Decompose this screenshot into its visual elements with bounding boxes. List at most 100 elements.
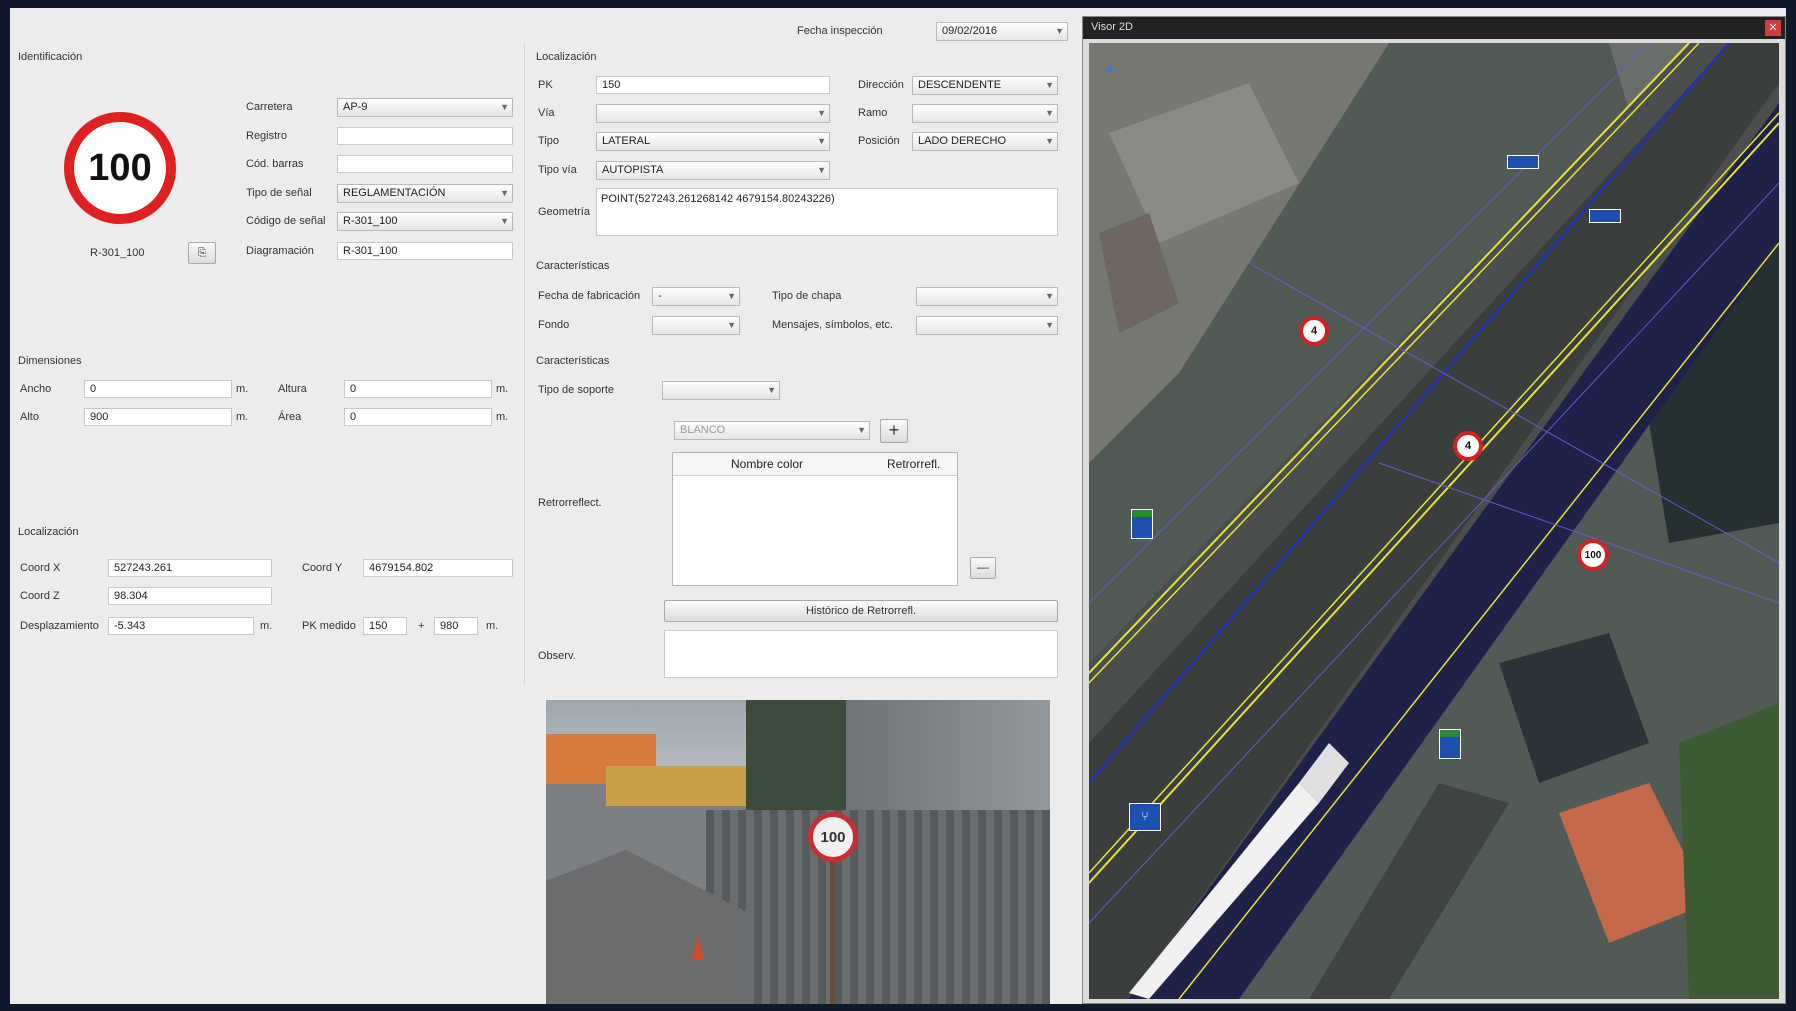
map-label-marker-2[interactable] bbox=[1589, 209, 1621, 223]
dimensiones-section-title: Dimensiones bbox=[18, 355, 82, 367]
coord-x-label: Coord X bbox=[20, 562, 61, 574]
map-label-marker-1[interactable] bbox=[1507, 155, 1539, 169]
map-window-titlebar: Visor 2D ✕ bbox=[1083, 17, 1785, 39]
via-label: Vía bbox=[538, 107, 555, 119]
cod-barras-label: Cód. barras bbox=[246, 158, 304, 170]
map-aerial-layer bbox=[1089, 43, 1779, 999]
chevron-down-icon: ▼ bbox=[1045, 80, 1054, 90]
coord-y-input[interactable]: 4679154.802 bbox=[363, 559, 513, 577]
retro-table[interactable]: Nombre color Retrorrefl. bbox=[672, 452, 958, 586]
color-select[interactable]: BLANCO ▼ bbox=[674, 421, 870, 440]
desplazamiento-label: Desplazamiento bbox=[20, 620, 99, 632]
signal-preview-image: 100 bbox=[64, 112, 176, 224]
chevron-down-icon: ▼ bbox=[500, 216, 509, 226]
coord-y-label: Coord Y bbox=[302, 562, 343, 574]
geometria-label: Geometría bbox=[538, 206, 590, 218]
copy-image-button[interactable]: ⎘ bbox=[188, 242, 216, 264]
fondo-select[interactable]: ▼ bbox=[652, 316, 740, 335]
map-panel-marker-1[interactable] bbox=[1131, 509, 1153, 539]
altura-label: Altura bbox=[278, 383, 307, 395]
fecha-fabricacion-select[interactable]: - ▼ bbox=[652, 287, 740, 306]
map-sign-marker-1[interactable]: 4 bbox=[1299, 316, 1329, 346]
north-arrow-icon: ▲ bbox=[1103, 59, 1117, 75]
observ-label: Observ. bbox=[538, 650, 576, 662]
chevron-down-icon: ▼ bbox=[817, 165, 826, 175]
alto-label: Alto bbox=[20, 411, 39, 423]
map-window-title: Visor 2D bbox=[1091, 21, 1133, 33]
mensajes-select[interactable]: ▼ bbox=[916, 316, 1058, 335]
altura-unit: m. bbox=[496, 383, 509, 395]
alto-unit: m. bbox=[236, 411, 249, 423]
add-color-button[interactable]: + bbox=[880, 419, 908, 443]
map-sign-marker-3[interactable]: 100 bbox=[1577, 539, 1609, 571]
chevron-down-icon: ▼ bbox=[1045, 320, 1054, 330]
tipo-senal-select[interactable]: REGLAMENTACIÓN ▼ bbox=[337, 184, 513, 203]
registro-input[interactable] bbox=[337, 127, 513, 145]
column-header-nombre-color: Nombre color bbox=[731, 457, 804, 471]
column-divider bbox=[524, 44, 525, 684]
chevron-down-icon: ▼ bbox=[857, 425, 866, 435]
geometria-textarea[interactable]: POINT(527243.261268142 4679154.80243226) bbox=[596, 188, 1058, 236]
chevron-down-icon: ▼ bbox=[817, 108, 826, 118]
tipo-chapa-label: Tipo de chapa bbox=[772, 290, 842, 302]
chevron-down-icon: ▼ bbox=[727, 320, 736, 330]
signal-code-caption: R-301_100 bbox=[90, 247, 145, 259]
chevron-down-icon: ▼ bbox=[500, 188, 509, 198]
area-input[interactable]: 0 bbox=[344, 408, 492, 426]
ancho-input[interactable]: 0 bbox=[84, 380, 232, 398]
pk-label: PK bbox=[538, 79, 553, 91]
coord-z-input[interactable]: 98.304 bbox=[108, 587, 272, 605]
identificacion-section-title: Identificación bbox=[18, 51, 83, 63]
map-panel-marker-2[interactable] bbox=[1439, 729, 1461, 759]
ramo-select[interactable]: ▼ bbox=[912, 104, 1058, 123]
tipo-chapa-select[interactable]: ▼ bbox=[916, 287, 1058, 306]
tipo-soporte-select[interactable]: ▼ bbox=[662, 381, 780, 400]
caracteristicas-section-title: Características bbox=[536, 260, 610, 272]
chevron-down-icon: ▼ bbox=[1055, 26, 1064, 36]
retro-table-header: Nombre color Retrorrefl. bbox=[673, 453, 957, 476]
tipo-senal-label: Tipo de señal bbox=[246, 187, 312, 199]
diagramacion-label: Diagramación bbox=[246, 245, 314, 257]
alto-input[interactable]: 900 bbox=[84, 408, 232, 426]
desplazamiento-input[interactable]: -5.343 bbox=[108, 617, 254, 635]
registro-label: Registro bbox=[246, 130, 287, 142]
fecha-inspeccion-label: Fecha inspección bbox=[797, 25, 883, 37]
posicion-select[interactable]: LADO DERECHO ▼ bbox=[912, 132, 1058, 151]
close-icon[interactable]: ✕ bbox=[1765, 20, 1781, 36]
toll-icon[interactable]: ⑂ bbox=[1129, 803, 1161, 831]
copy-icon: ⎘ bbox=[197, 247, 207, 259]
diagramacion-input[interactable]: R-301_100 bbox=[337, 242, 513, 260]
tipo-select[interactable]: LATERAL ▼ bbox=[596, 132, 830, 151]
direccion-select[interactable]: DESCENDENTE ▼ bbox=[912, 76, 1058, 95]
chevron-down-icon: ▼ bbox=[1045, 291, 1054, 301]
pk-medido-label: PK medido bbox=[302, 620, 356, 632]
observ-textarea[interactable] bbox=[664, 630, 1058, 678]
mensajes-label: Mensajes, símbolos, etc. bbox=[772, 319, 894, 331]
map-sign-marker-2[interactable]: 4 bbox=[1453, 431, 1483, 461]
chevron-down-icon: ▼ bbox=[767, 385, 776, 395]
carretera-select[interactable]: AP-9 ▼ bbox=[337, 98, 513, 117]
carretera-label: Carretera bbox=[246, 101, 293, 113]
map-window[interactable]: Visor 2D ✕ 4 4 100 ⑂ ▲ bbox=[1082, 16, 1786, 1004]
map-canvas[interactable]: 4 4 100 ⑂ ▲ bbox=[1089, 43, 1779, 999]
historico-retrorrefl-button[interactable]: Histórico de Retrorrefl. bbox=[664, 600, 1058, 622]
tipo-via-label: Tipo vía bbox=[538, 164, 577, 176]
pk-medido-meters-input[interactable]: 980 bbox=[434, 617, 478, 635]
chevron-down-icon: ▼ bbox=[1045, 136, 1054, 146]
localizacion-left-section-title: Localización bbox=[18, 526, 79, 538]
ramo-label: Ramo bbox=[858, 107, 888, 119]
via-select[interactable]: ▼ bbox=[596, 104, 830, 123]
pk-medido-input[interactable]: 150 bbox=[363, 617, 407, 635]
altura-input[interactable]: 0 bbox=[344, 380, 492, 398]
codigo-senal-select[interactable]: R-301_100 ▼ bbox=[337, 212, 513, 231]
street-view-photo: 100 bbox=[546, 700, 1050, 1004]
coord-z-label: Coord Z bbox=[20, 590, 60, 602]
photo-speed-sign: 100 bbox=[808, 812, 858, 862]
cod-barras-input[interactable] bbox=[337, 155, 513, 173]
pk-input[interactable]: 150 bbox=[596, 76, 830, 94]
coord-x-input[interactable]: 527243.261 bbox=[108, 559, 272, 577]
fecha-inspeccion-date-picker[interactable]: 09/02/2016 ▼ bbox=[936, 22, 1068, 41]
remove-color-button[interactable]: — bbox=[970, 557, 996, 579]
tipo-via-select[interactable]: AUTOPISTA ▼ bbox=[596, 161, 830, 180]
fecha-fabricacion-label: Fecha de fabricación bbox=[538, 290, 641, 302]
